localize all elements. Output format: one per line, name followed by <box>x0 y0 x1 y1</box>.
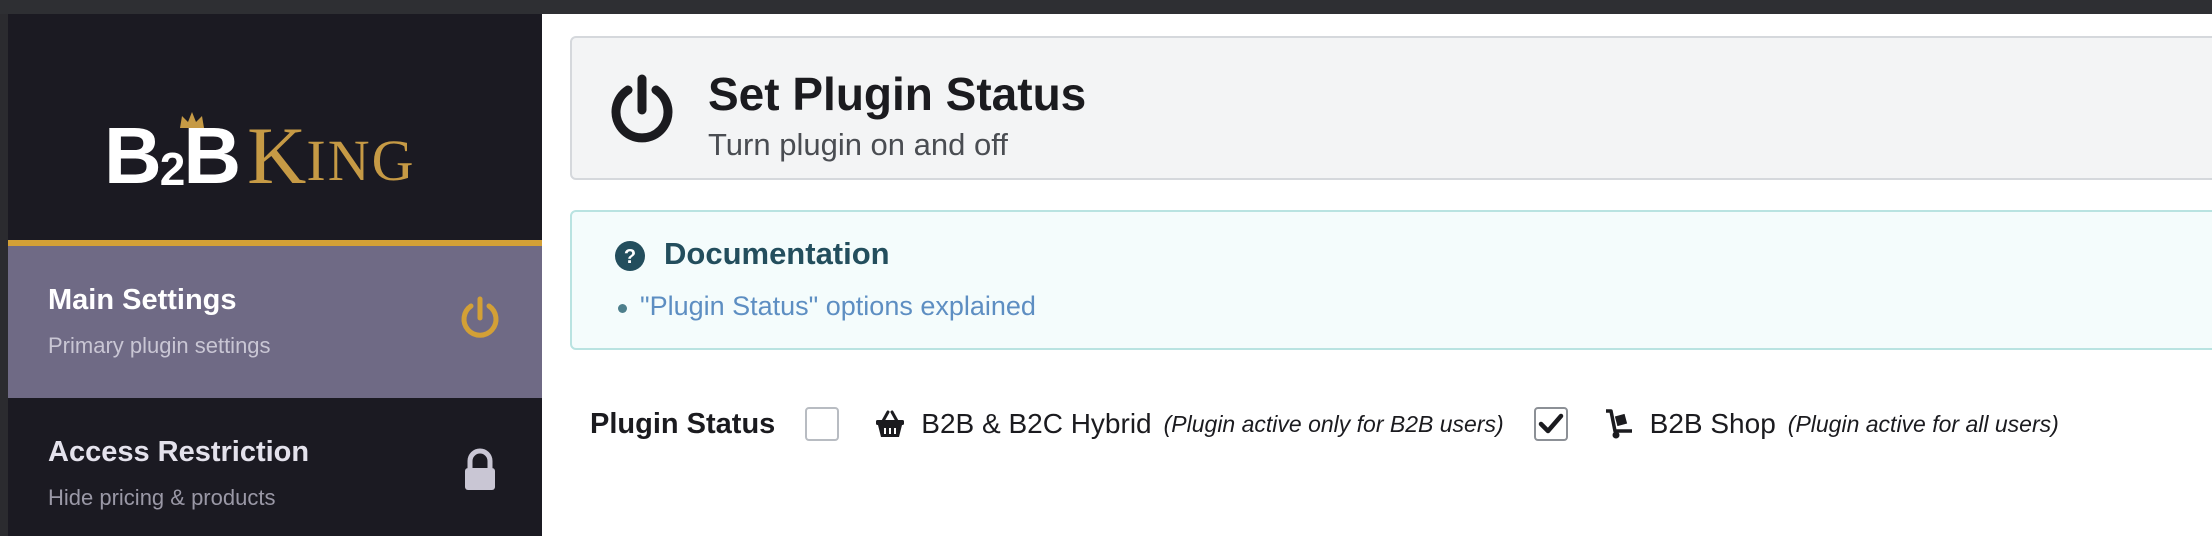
sidebar-item-title: Access Restriction <box>48 436 310 468</box>
browser-top-strip <box>0 0 2212 14</box>
plugin-status-row: Plugin Status B2B & B2C Hybrid (Plugin a… <box>590 394 2089 454</box>
hybrid-checkbox[interactable] <box>805 407 840 441</box>
logo-number-2: 2 <box>159 143 186 195</box>
sidebar-item-main-settings[interactable]: Main Settings Primary plugin settings <box>8 240 542 398</box>
page-title: Set Plugin Status <box>708 68 1087 120</box>
b2b-shop-option-note: (Plugin active for all users) <box>1787 410 2059 437</box>
sidebar: B 2 B K ING Main Settings Primary plugin… <box>8 14 542 536</box>
main-content: Set Plugin Status Turn plugin on and off… <box>542 14 2212 536</box>
question-circle-icon: ? <box>615 241 645 271</box>
power-icon <box>461 296 499 338</box>
documentation-box: ? Documentation "Plugin Status" options … <box>570 210 2212 350</box>
page-header: Set Plugin Status Turn plugin on and off <box>570 36 2212 180</box>
dolly-cart-icon <box>1605 409 1632 439</box>
power-icon <box>611 74 673 143</box>
sidebar-item-title: Main Settings <box>48 284 237 316</box>
basket-icon <box>876 410 905 437</box>
list-bullet <box>618 304 627 313</box>
logo-area: B 2 B K ING <box>8 14 542 240</box>
sidebar-item-subtitle: Hide pricing & products <box>48 485 276 510</box>
logo-letter-b: B <box>104 111 162 200</box>
hybrid-option-label: B2B & B2C Hybrid <box>921 408 1152 439</box>
logo-letters-ing: ING <box>306 128 416 193</box>
checkmark-icon <box>1538 413 1563 434</box>
sidebar-item-access-restriction[interactable]: Access Restriction Hide pricing & produc… <box>8 398 542 536</box>
b2b-shop-option-label: B2B Shop <box>1649 408 1776 439</box>
logo-letter-k: K <box>247 110 307 201</box>
sidebar-item-subtitle: Primary plugin settings <box>48 333 271 358</box>
svg-text:?: ? <box>624 246 636 268</box>
b2bking-logo[interactable]: B 2 B K ING <box>104 106 416 201</box>
hybrid-option-note: (Plugin active only for B2B users) <box>1163 410 1504 437</box>
plugin-status-label: Plugin Status <box>590 407 776 440</box>
b2b-shop-checkbox[interactable] <box>1533 407 1568 441</box>
crown-icon <box>180 112 204 128</box>
documentation-title: Documentation <box>664 236 890 271</box>
lock-icon <box>465 448 495 490</box>
page-subtitle: Turn plugin on and off <box>708 127 1008 162</box>
documentation-link[interactable]: "Plugin Status" options explained <box>640 288 1036 324</box>
